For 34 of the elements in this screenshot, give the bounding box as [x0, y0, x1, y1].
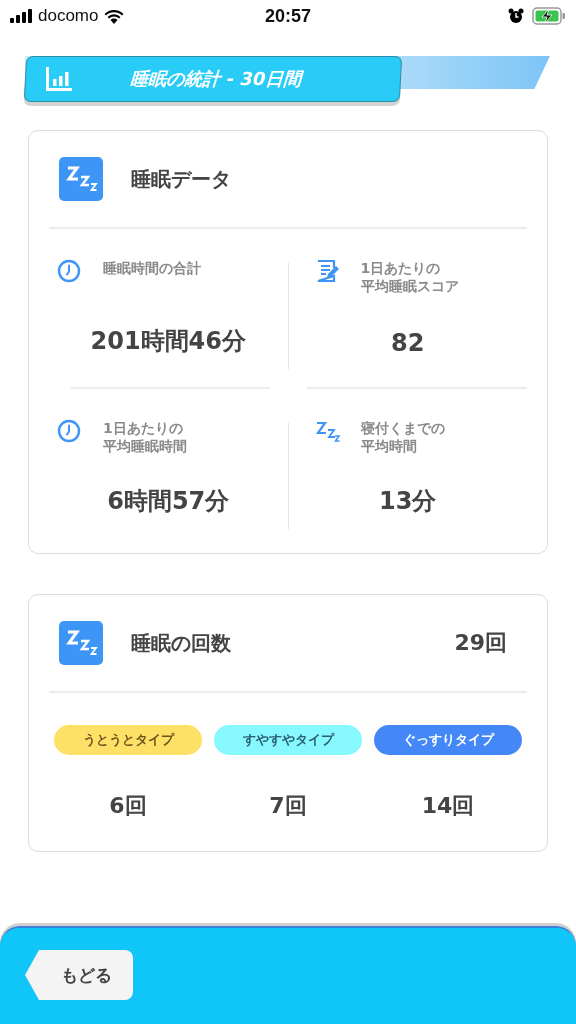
type-count: 14回 — [421, 792, 475, 820]
stat-value: 82 — [390, 329, 426, 357]
stat-label: 寝付くまでの — [360, 419, 445, 438]
card-title: 睡眠の回数 — [131, 629, 232, 657]
stat-label: 1日あたりの — [103, 419, 184, 438]
sleep-icon — [59, 621, 103, 665]
stat-value: 6時間57分 — [106, 486, 231, 517]
stat-label: 平均睡眠時間 — [103, 437, 187, 456]
stat-label: 睡眠時間の合計 — [103, 259, 201, 278]
page-title: 睡眠の統計 - 30日間 — [128, 67, 305, 91]
clock-icon — [57, 259, 83, 285]
type-count: 6回 — [109, 792, 147, 820]
battery-icon — [532, 7, 566, 25]
stat-label: 平均時間 — [360, 437, 418, 456]
clock-time: 20:57 — [264, 5, 311, 27]
stat-label: 1日あたりの — [360, 259, 442, 278]
zzz-icon — [314, 419, 341, 445]
type-tag: ぐっすりタイプ — [374, 725, 522, 755]
stat-value: 13分 — [378, 486, 438, 517]
sleep-icon — [59, 157, 103, 201]
clock-icon — [57, 419, 83, 445]
wifi-icon — [104, 8, 125, 24]
alarm-icon — [508, 8, 524, 24]
stat-value: 201時間46分 — [89, 326, 247, 357]
signal-icon — [10, 9, 32, 23]
type-tag: うとうとタイプ — [54, 725, 202, 755]
carrier-name: docomo — [38, 6, 99, 26]
card-title: 睡眠データ — [131, 165, 232, 193]
total-count: 29回 — [454, 629, 507, 657]
type-count: 7回 — [269, 792, 307, 820]
back-button[interactable]: もどる — [25, 950, 133, 1000]
bar-chart-icon — [46, 67, 72, 91]
type-tag: すやすやタイプ — [214, 725, 362, 755]
stat-label: 平均睡眠スコア — [360, 277, 459, 296]
